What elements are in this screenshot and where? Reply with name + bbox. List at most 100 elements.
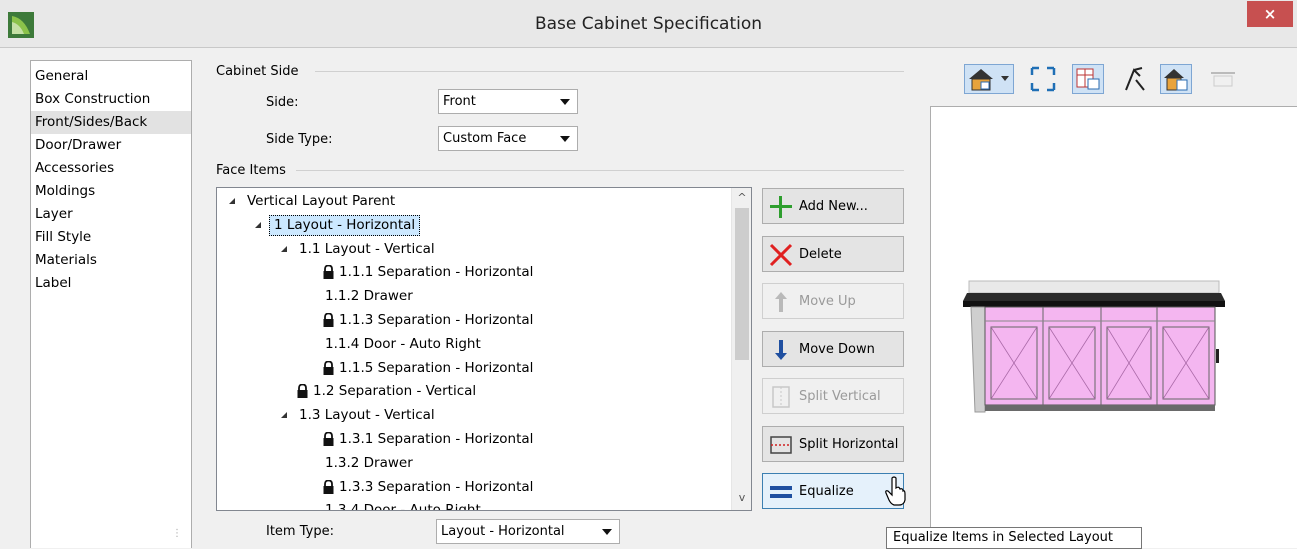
split-horizontal-label: Split Horizontal — [799, 437, 899, 452]
tool-icon[interactable] — [1118, 64, 1148, 94]
expand-triangle-icon[interactable] — [281, 245, 287, 252]
nav-item-materials[interactable]: Materials — [31, 249, 191, 272]
lock-icon — [323, 479, 334, 494]
move-up-button[interactable]: Move Up — [762, 283, 904, 319]
scroll-down-icon[interactable]: v — [736, 492, 748, 504]
split-horizontal-button[interactable]: Split Horizontal — [762, 426, 904, 462]
lock-icon — [323, 265, 334, 280]
tree-item-label: 1.3.3 Separation - Horizontal — [339, 478, 534, 495]
chevron-down-icon — [560, 136, 570, 142]
side-type-dropdown[interactable]: Custom Face — [438, 126, 578, 151]
lock-icon — [323, 313, 334, 327]
arrow-down-icon — [775, 340, 787, 360]
item-type-label: Item Type: — [266, 524, 334, 539]
nav-item-front-sides-back[interactable]: Front/Sides/Back — [31, 111, 191, 134]
fill-window-icon[interactable] — [1028, 64, 1058, 94]
split-vertical-label: Split Vertical — [799, 389, 881, 404]
tree-item-label: 1 Layout - Horizontal — [269, 214, 421, 236]
tree-item-label: 1.1.3 Separation - Horizontal — [339, 312, 534, 328]
delete-button[interactable]: Delete — [762, 236, 904, 272]
category-list: General Box Construction Front/Sides/Back D… — [30, 60, 192, 548]
nav-item-accessories[interactable]: Accessories — [31, 157, 191, 180]
nav-item-layer[interactable]: Layer — [31, 203, 191, 226]
tree-item[interactable]: 1.3.2 Drawer — [217, 452, 729, 475]
tree-item[interactable]: 1 Layout - Horizontal — [217, 214, 729, 237]
lock-icon — [323, 432, 334, 446]
item-type-dropdown-value: Layout - Horizontal — [441, 524, 565, 539]
add-new-label: Add New... — [799, 199, 868, 214]
split-horizontal-icon — [770, 436, 792, 454]
tree-item[interactable]: 1.3.4 Door - Auto Right — [217, 499, 729, 511]
move-down-label: Move Down — [799, 342, 875, 357]
plus-icon — [770, 196, 792, 218]
chevron-down-icon — [560, 99, 570, 105]
nav-item-door-drawer[interactable]: Door/Drawer — [31, 134, 191, 157]
move-up-label: Move Up — [799, 294, 856, 309]
cabinet-preview[interactable] — [930, 106, 1297, 548]
delete-x-icon — [769, 243, 793, 267]
refresh-icon[interactable] — [1208, 64, 1238, 94]
tree-item-label: 1.1.5 Separation - Horizontal — [339, 359, 534, 376]
tree-scrollbar[interactable]: ^ v — [731, 188, 751, 510]
group-divider — [296, 170, 904, 171]
tree-item-label: 1.1.1 Separation - Horizontal — [339, 264, 534, 281]
tree-item[interactable]: 1.1.2 Drawer — [217, 285, 729, 308]
tree-item[interactable]: 1.1.4 Door - Auto Right — [217, 333, 729, 356]
side-dropdown-value: Front — [443, 94, 476, 109]
close-button[interactable]: × — [1247, 1, 1293, 27]
split-vertical-icon — [772, 386, 790, 408]
camera-view-icon[interactable] — [964, 64, 1014, 94]
tree-item[interactable]: 1.3.1 Separation - Horizontal — [217, 428, 729, 451]
face-items-tree[interactable]: 1.3.4 Door - Auto Right 1.3.3 Separation … — [216, 187, 752, 511]
tree-item[interactable]: 1.2 Separation - Vertical — [217, 380, 729, 403]
tree-item-label: 1.3.4 Door - Auto Right — [325, 502, 481, 511]
cabinet-table-icon[interactable] — [1072, 64, 1104, 94]
move-down-button[interactable]: Move Down — [762, 331, 904, 367]
group-divider — [315, 71, 904, 72]
title-bar: Base Cabinet Specification × — [0, 0, 1297, 48]
split-vertical-button[interactable]: Split Vertical — [762, 378, 904, 414]
tree-item-label: 1.3.2 Drawer — [325, 454, 413, 471]
lock-icon — [323, 360, 334, 375]
tree-item[interactable]: 1.3 Layout - Vertical — [217, 404, 729, 427]
tree-item[interactable]: Vertical Layout Parent — [217, 190, 729, 213]
tree-item-label: 1.1.2 Drawer — [325, 288, 413, 305]
chevron-down-icon — [602, 529, 612, 535]
tree-item[interactable]: 1.1.1 Separation - Horizontal — [217, 261, 729, 284]
expand-triangle-icon[interactable] — [255, 221, 261, 228]
tree-item-label: 1.3.1 Separation - Horizontal — [339, 431, 534, 447]
tree-item-label: 1.3 Layout - Vertical — [299, 407, 435, 424]
equalize-button[interactable]: Equalize — [762, 473, 904, 509]
tree-item-label: 1.2 Separation - Vertical — [313, 383, 477, 400]
tree-item[interactable]: 1.1.5 Separation - Horizontal — [217, 357, 729, 380]
expand-triangle-icon[interactable] — [229, 198, 235, 204]
tree-item-label: 1.1 Layout - Vertical — [299, 240, 435, 257]
window-title: Base Cabinet Specification — [534, 14, 763, 34]
tree-item[interactable]: 1.1 Layout - Vertical — [217, 238, 729, 261]
resize-grip-icon[interactable]: ⋮ — [172, 528, 182, 539]
add-new-button[interactable]: Add New... — [762, 188, 904, 224]
cabinet-side-group-label: Cabinet Side — [216, 64, 299, 79]
tooltip: Equalize Items in Selected Layout — [886, 527, 1142, 549]
nav-item-label[interactable]: Label — [31, 272, 191, 295]
nav-item-moldings[interactable]: Moldings — [31, 180, 191, 203]
item-type-dropdown[interactable]: Layout - Horizontal — [436, 519, 620, 544]
nav-item-box-construction[interactable]: Box Construction — [31, 88, 191, 111]
scroll-up-icon[interactable]: ^ — [736, 192, 748, 204]
lock-icon — [297, 384, 308, 399]
scrollbar-thumb[interactable] — [735, 208, 749, 360]
delete-label: Delete — [799, 247, 842, 262]
equalize-label: Equalize — [799, 484, 854, 499]
expand-triangle-icon[interactable] — [281, 412, 287, 419]
side-type-dropdown-value: Custom Face — [443, 131, 527, 146]
arrow-up-icon — [775, 292, 787, 312]
side-label: Side: — [266, 95, 299, 110]
nav-item-general[interactable]: General — [31, 65, 191, 88]
tree-item[interactable]: 1.1.3 Separation - Horizontal — [217, 309, 729, 332]
nav-item-fill-style[interactable]: Fill Style — [31, 226, 191, 249]
mouse-cursor-icon — [885, 476, 906, 506]
tree-item-label: Vertical Layout Parent — [247, 193, 396, 209]
tree-item[interactable]: 1.3.3 Separation - Horizontal — [217, 476, 729, 499]
side-dropdown[interactable]: Front — [438, 89, 578, 114]
render-icon[interactable] — [1160, 64, 1192, 94]
